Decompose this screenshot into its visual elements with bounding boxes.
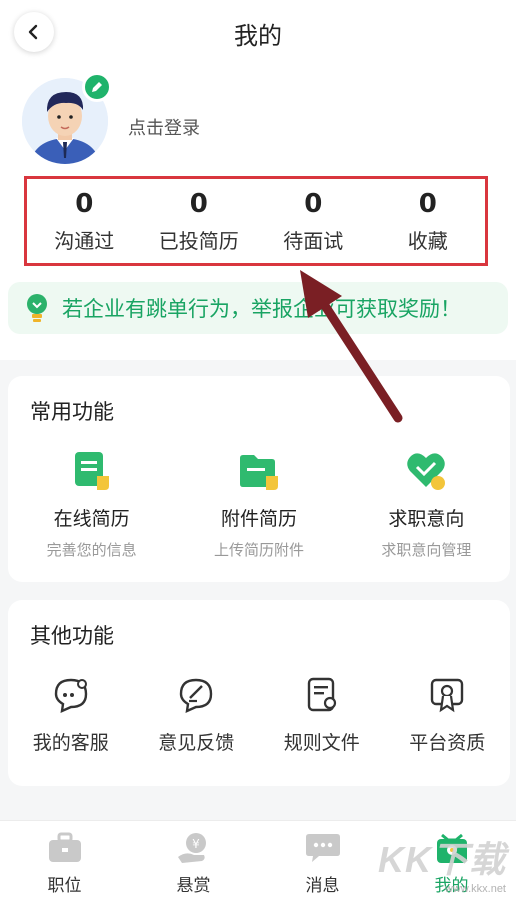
feature-name: 意见反馈: [158, 732, 235, 754]
tab-jobs[interactable]: 职位: [0, 821, 129, 903]
pencil-icon: [92, 82, 102, 92]
reward-money-icon: ¥: [177, 833, 206, 863]
edit-profile-button[interactable]: [82, 72, 112, 102]
customer-service-button[interactable]: 我的客服: [8, 676, 134, 755]
stat-label: 收藏: [407, 229, 448, 253]
attachment-resume-button[interactable]: 附件简历 上传简历附件: [175, 450, 342, 560]
briefcase-icon: [48, 832, 81, 862]
stat-value: 0: [75, 189, 94, 219]
feedback-icon: [180, 678, 213, 713]
stat-value: 0: [304, 189, 323, 219]
stats-bar: 0 沟通过 0 已投简历 0 待面试 0 收藏: [24, 176, 488, 266]
tab-messages[interactable]: 消息: [258, 821, 387, 903]
feature-name: 在线简历: [53, 508, 130, 530]
stat-applied[interactable]: 0 已投简历: [142, 179, 257, 263]
page-title: 我的: [234, 22, 282, 50]
rules-document-button[interactable]: 规则文件: [259, 676, 385, 755]
feature-subtitle: 求职意向管理: [381, 541, 472, 559]
tab-label: 消息: [305, 876, 340, 896]
stat-label: 沟通过: [54, 229, 115, 253]
feature-name: 求职意向: [388, 508, 465, 530]
avatar[interactable]: [22, 72, 112, 164]
other-functions-card: 其他功能 我的客服 意见反馈 规则文件 平台资质: [8, 600, 510, 786]
stat-favorites[interactable]: 0 收藏: [371, 179, 486, 263]
section-title: 其他功能: [30, 624, 114, 648]
stat-value: 0: [189, 189, 208, 219]
job-intent-button[interactable]: 求职意向 求职意向管理: [343, 450, 510, 560]
report-notice-banner[interactable]: 若企业有跳单行为，举报企业可获取奖励！: [8, 282, 508, 334]
svg-text:¥: ¥: [192, 837, 200, 851]
tab-reward[interactable]: ¥ 悬赏: [129, 821, 258, 903]
stat-label: 待面试: [283, 229, 344, 253]
common-functions-card: 常用功能 在线简历 完善您的信息 附件简历 上传简历附件 求职意向 求职意向管理: [8, 376, 510, 582]
chat-service-icon: [54, 678, 87, 713]
tab-label: 职位: [47, 876, 82, 896]
notice-text: 若企业有跳单行为，举报企业可获取奖励！: [62, 297, 461, 321]
platform-qualification-button[interactable]: 平台资质: [385, 676, 511, 755]
feature-name: 我的客服: [32, 732, 109, 754]
feature-name: 平台资质: [409, 732, 486, 754]
watermark: KK下载 www.kkx.net: [378, 839, 506, 895]
section-title: 常用功能: [30, 400, 114, 424]
rules-document-icon: [307, 677, 336, 712]
stat-interview[interactable]: 0 待面试: [256, 179, 371, 263]
online-resume-button[interactable]: 在线简历 完善您的信息: [8, 450, 175, 560]
feature-subtitle: 上传简历附件: [213, 541, 304, 559]
certificate-icon: [431, 678, 464, 713]
heart-intent-icon: [407, 453, 446, 490]
stat-value: 0: [418, 189, 437, 219]
login-link[interactable]: 点击登录: [128, 114, 200, 140]
stat-label: 已投简历: [158, 229, 239, 253]
feedback-button[interactable]: 意见反馈: [134, 676, 260, 755]
stat-communicated[interactable]: 0 沟通过: [27, 179, 142, 263]
lightbulb-icon: [27, 294, 47, 322]
feature-subtitle: 完善您的信息: [46, 541, 137, 559]
feature-name: 附件简历: [220, 508, 297, 530]
folder-resume-icon: [239, 455, 278, 490]
online-resume-icon: [74, 452, 109, 490]
feature-name: 规则文件: [283, 732, 360, 754]
tab-label: 悬赏: [176, 876, 211, 896]
message-icon: [305, 834, 340, 862]
